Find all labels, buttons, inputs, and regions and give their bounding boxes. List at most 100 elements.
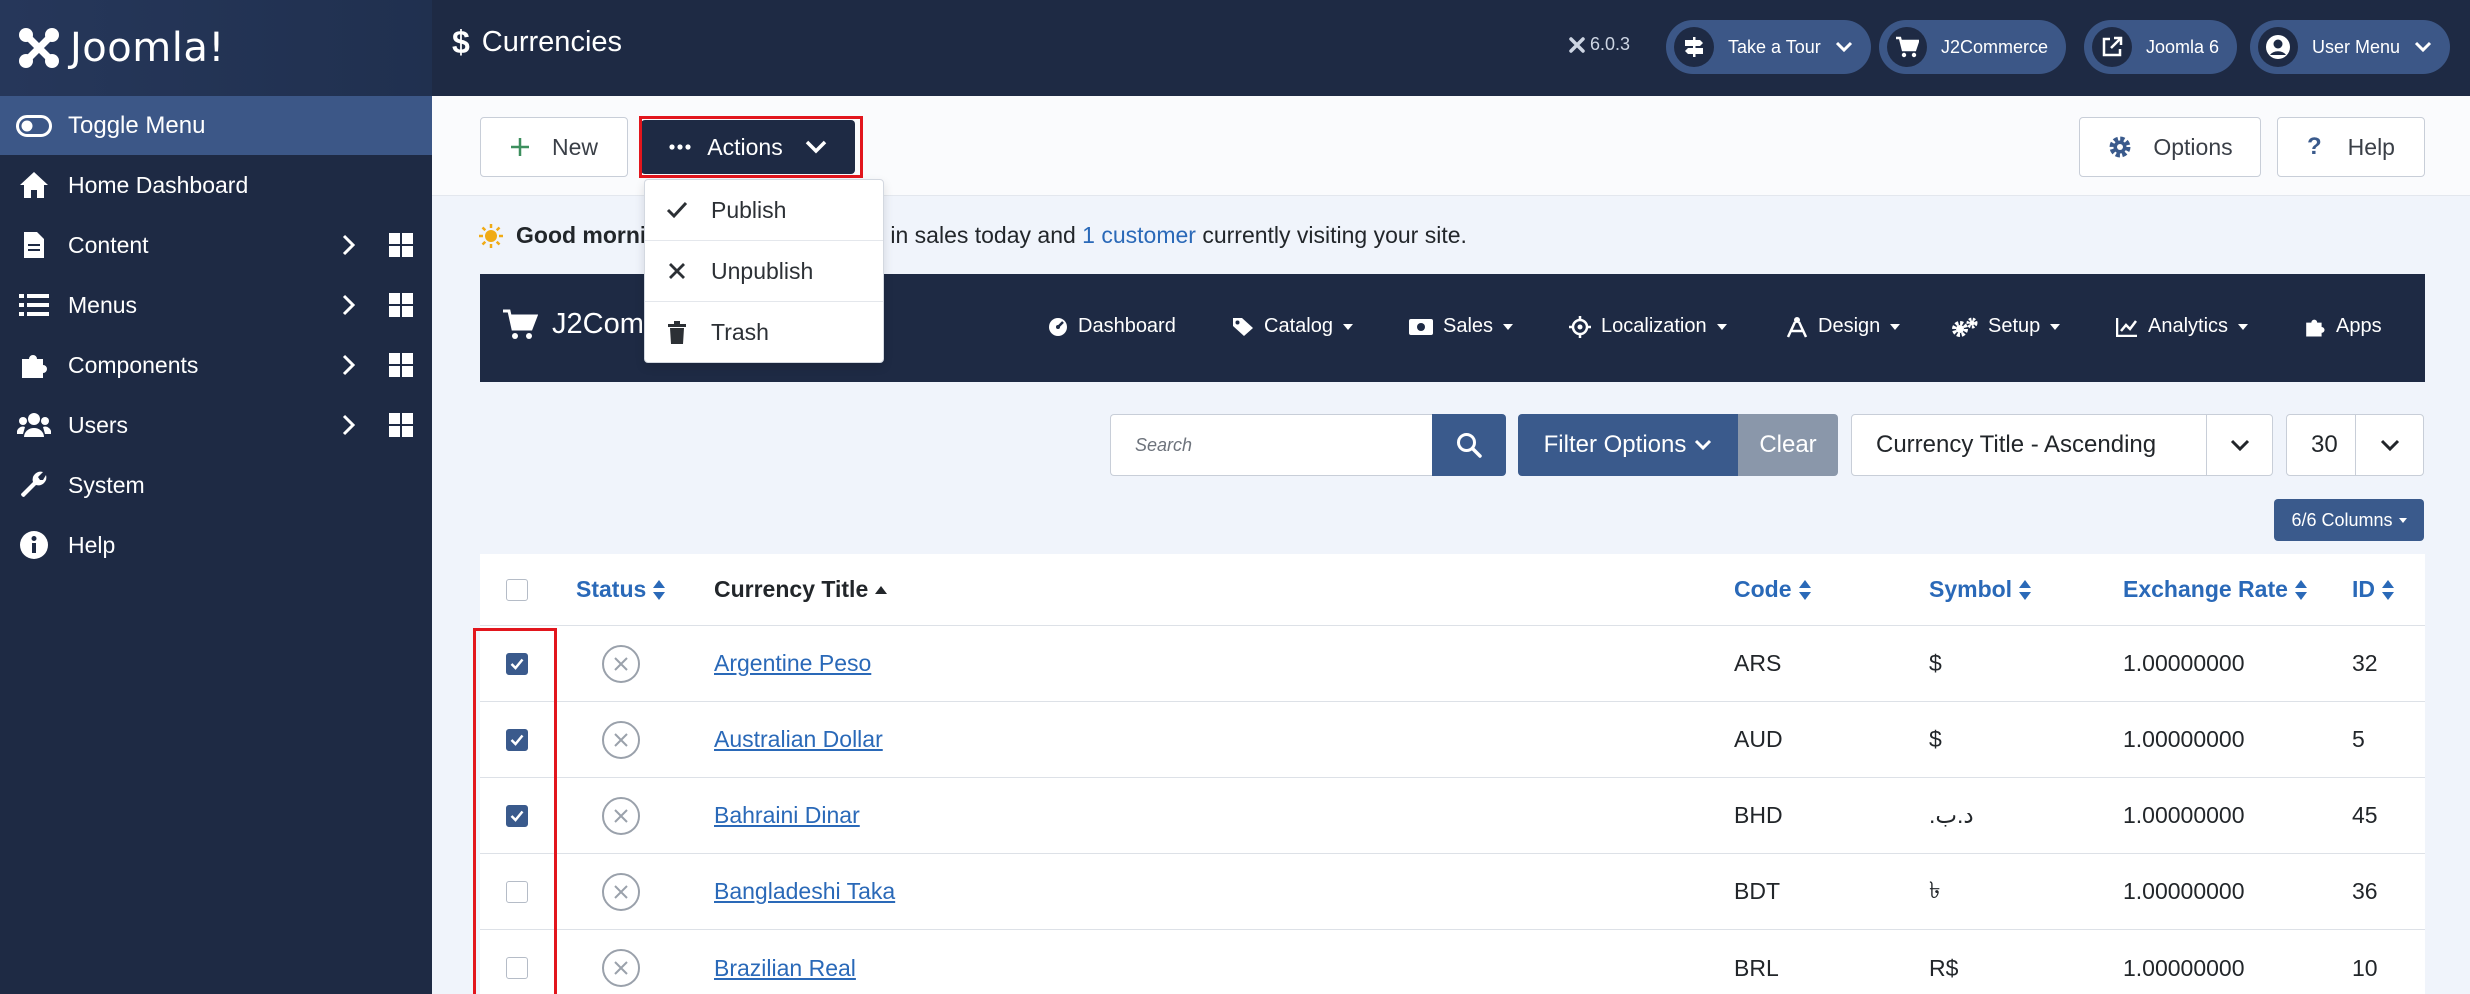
currency-title-link[interactable]: Argentine Peso xyxy=(714,650,871,677)
customer-link[interactable]: 1 customer xyxy=(1082,222,1196,249)
grid-icon[interactable] xyxy=(388,352,414,378)
caret-down-icon xyxy=(1890,323,1901,330)
new-button[interactable]: New xyxy=(480,117,628,177)
publish-label: Publish xyxy=(711,196,787,223)
title-header[interactable]: Currency Title xyxy=(714,554,888,625)
actions-highlight xyxy=(639,116,863,178)
code-header-label: Code xyxy=(1734,576,1792,602)
nav-catalog[interactable]: Catalog xyxy=(1232,315,1353,338)
joomla6-button[interactable]: Joomla 6 xyxy=(2084,20,2238,74)
nav-localization-label: Localization xyxy=(1601,315,1707,337)
sidebar-item-users[interactable]: Users xyxy=(0,395,432,455)
unpublish-item[interactable]: Unpublish xyxy=(645,241,883,302)
sidebar: Joomla! Toggle Menu Home Dashboard Conte… xyxy=(0,0,432,994)
select-all-cell xyxy=(506,554,528,625)
chevron-right-icon[interactable] xyxy=(336,233,360,257)
unpublished-status-icon[interactable] xyxy=(602,949,640,987)
nav-sales[interactable]: Sales xyxy=(1409,315,1514,338)
sort-select[interactable]: Currency Title - Ascending xyxy=(1851,414,2273,476)
select-all-checkbox[interactable] xyxy=(506,578,528,601)
user-menu-button[interactable]: User Menu xyxy=(2250,20,2451,74)
id-header[interactable]: ID xyxy=(2352,554,2395,625)
unpublished-status-icon[interactable] xyxy=(602,796,640,835)
toggle-menu[interactable]: Toggle Menu xyxy=(0,96,432,155)
gear-icon xyxy=(2109,136,2131,158)
limit-select[interactable]: 30 xyxy=(2286,414,2424,476)
currency-title-link[interactable]: Bahraini Dinar xyxy=(714,802,860,829)
symbol-header[interactable]: Symbol xyxy=(1929,554,2032,625)
publish-item[interactable]: Publish xyxy=(645,180,883,241)
take-tour-button[interactable]: Take a Tour xyxy=(1666,20,1871,74)
clear-button[interactable]: Clear xyxy=(1738,414,1838,476)
grid-icon[interactable] xyxy=(388,412,414,438)
sidebar-item-content[interactable]: Content xyxy=(0,215,432,275)
j2commerce-button[interactable]: J2Commerce xyxy=(1879,20,2067,74)
rate-header[interactable]: Exchange Rate xyxy=(2123,554,2308,625)
chevron-right-icon[interactable] xyxy=(336,413,360,437)
list-icon xyxy=(16,287,52,323)
unpublished-status-icon[interactable] xyxy=(602,720,640,759)
signpost-icon xyxy=(1674,27,1714,67)
sidebar-item-label: Content xyxy=(68,231,149,258)
users-icon xyxy=(16,407,52,443)
sidebar-item-system[interactable]: System xyxy=(0,455,432,515)
sort-value: Currency Title - Ascending xyxy=(1876,431,2157,458)
logo-text: Joomla! xyxy=(70,25,225,71)
nav-setup[interactable]: Setup xyxy=(1952,315,2061,338)
code-header[interactable]: Code xyxy=(1734,554,1812,625)
sidebar-item-help[interactable]: Help xyxy=(0,515,432,575)
limit-value: 30 xyxy=(2311,431,2338,458)
search-button[interactable] xyxy=(1432,414,1506,476)
dollar-icon: $ xyxy=(452,24,470,60)
unpublished-status-icon[interactable] xyxy=(602,872,640,911)
exchange-rate: 1.00000000 xyxy=(2123,954,2245,981)
options-button[interactable]: Options xyxy=(2079,117,2261,177)
sidebar-item-home[interactable]: Home Dashboard xyxy=(0,155,432,215)
chevron-right-icon[interactable] xyxy=(336,353,360,377)
unpublished-status-icon[interactable] xyxy=(602,644,640,683)
help-button[interactable]: ? Help xyxy=(2277,117,2425,177)
currencies-table: Status Currency Title Code Symbol Exchan… xyxy=(480,554,2425,994)
cart-icon xyxy=(1887,27,1927,67)
grid-icon[interactable] xyxy=(388,232,414,258)
search-input[interactable]: Search xyxy=(1110,414,1432,476)
chart-line-icon xyxy=(2116,317,2138,337)
nav-localization[interactable]: Localization xyxy=(1569,315,1727,338)
nav-analytics[interactable]: Analytics xyxy=(2116,315,2249,338)
nav-setup-label: Setup xyxy=(1988,315,2041,337)
nav-dashboard[interactable]: Dashboard xyxy=(1048,315,1176,338)
exchange-rate: 1.00000000 xyxy=(2123,878,2245,904)
nav-apps-label: Apps xyxy=(2336,315,2382,337)
exchange-rate: 1.00000000 xyxy=(2123,650,2245,676)
currency-id: 10 xyxy=(2352,954,2378,981)
file-icon xyxy=(16,227,52,263)
chevron-right-icon[interactable] xyxy=(336,293,360,317)
sort-icon xyxy=(1798,579,1812,601)
table-row: Brazilian Real BRL R$ 1.00000000 10 xyxy=(480,930,2425,994)
sidebar-item-label: Components xyxy=(68,351,199,378)
nav-apps[interactable]: Apps xyxy=(2304,315,2382,338)
columns-button[interactable]: 6/6 Columns xyxy=(2274,499,2424,541)
grid-icon[interactable] xyxy=(388,292,414,318)
filter-options-button[interactable]: Filter Options xyxy=(1518,414,1738,476)
sidebar-item-menus[interactable]: Menus xyxy=(0,275,432,335)
brand[interactable]: Joomla! xyxy=(0,0,432,96)
sort-icon xyxy=(2294,579,2308,601)
nav-design[interactable]: Design xyxy=(1786,315,1901,338)
top-header: $ Currencies 6.0.3 Take a Tour J2Commerc… xyxy=(432,0,2470,96)
currency-title-link[interactable]: Brazilian Real xyxy=(714,955,856,982)
question-icon: ? xyxy=(2307,133,2322,160)
currency-title-link[interactable]: Bangladeshi Taka xyxy=(714,878,895,905)
trash-item[interactable]: Trash xyxy=(645,302,883,363)
title-header-label: Currency Title xyxy=(714,576,869,602)
status-header[interactable]: Status xyxy=(576,554,666,625)
take-tour-label: Take a Tour xyxy=(1728,36,1821,57)
caret-down-icon xyxy=(2238,323,2249,330)
j2-brand[interactable]: J2Com xyxy=(502,308,644,341)
sidebar-item-label: Menus xyxy=(68,291,138,318)
joomla-logo-icon xyxy=(19,28,59,68)
chevron-down-icon xyxy=(1695,439,1712,451)
nav-dashboard-label: Dashboard xyxy=(1078,315,1176,337)
currency-title-link[interactable]: Australian Dollar xyxy=(714,726,883,753)
sidebar-item-components[interactable]: Components xyxy=(0,335,432,395)
